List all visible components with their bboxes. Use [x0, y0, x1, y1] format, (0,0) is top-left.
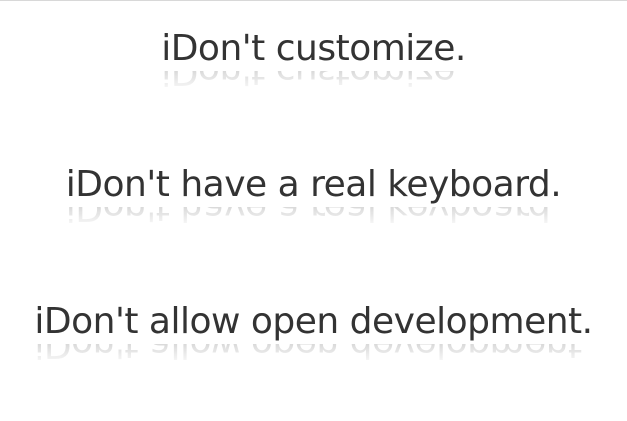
slogan-reflection: iDon't have a real keyboard.	[65, 207, 562, 228]
slogan-development: iDon't allow open development. iDon't al…	[0, 300, 627, 370]
slogan-reflection-area: iDon't have a real keyboard.	[0, 207, 627, 233]
slogan-reflection-area: iDon't customize.	[0, 71, 627, 97]
slogan-reflection: iDon't customize.	[161, 71, 466, 92]
slogan-reflection: iDon't allow open development.	[34, 344, 593, 365]
slogan-customize: iDon't customize. iDon't customize.	[0, 27, 627, 97]
top-border-line	[0, 0, 627, 1]
slogan-text: iDon't have a real keyboard.	[65, 164, 562, 205]
slogan-text: iDon't customize.	[161, 28, 466, 69]
slogan-reflection-area: iDon't allow open development.	[0, 344, 627, 370]
slogan-text: iDon't allow open development.	[34, 301, 593, 342]
slogan-keyboard: iDon't have a real keyboard. iDon't have…	[0, 163, 627, 233]
